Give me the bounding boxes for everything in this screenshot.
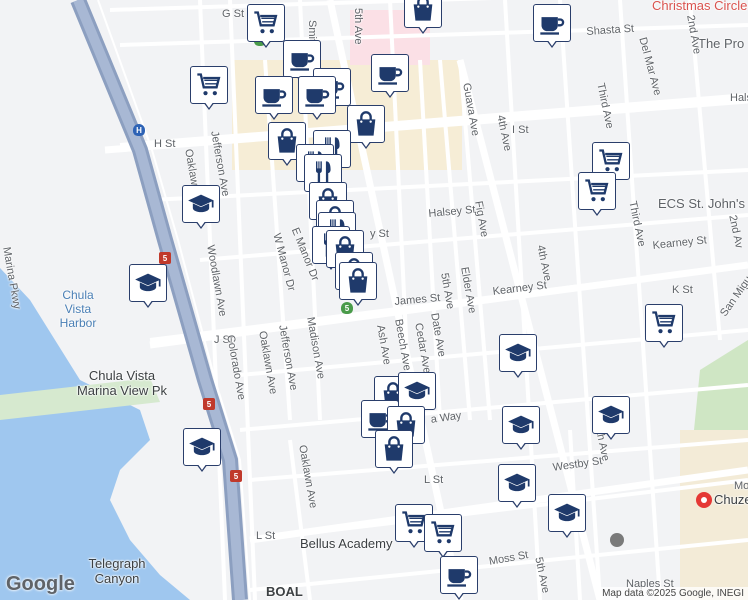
map-marker[interactable]: [255, 76, 295, 120]
map-marker[interactable]: [347, 105, 387, 149]
graduation-cap-icon: [504, 473, 530, 492]
shopping-zone: [680, 430, 748, 600]
map-marker[interactable]: [533, 4, 573, 48]
coffee-icon: [447, 569, 472, 587]
map-marker[interactable]: [298, 76, 338, 120]
graduation-cap-icon: [188, 194, 214, 213]
route-shield-i5c: 5: [230, 470, 242, 482]
cart-icon: [652, 311, 676, 334]
shopping-bag-icon: [348, 268, 368, 293]
cart-icon: [599, 149, 623, 172]
map-marker[interactable]: [424, 514, 464, 558]
shopping-bag-icon: [413, 0, 433, 21]
graduation-cap-icon: [135, 273, 161, 292]
graduation-cap-icon: [508, 415, 534, 434]
map-marker[interactable]: [498, 464, 538, 508]
school-pin: [610, 533, 624, 547]
cart-icon: [431, 521, 455, 544]
map-marker[interactable]: [592, 396, 632, 440]
map-marker[interactable]: [404, 0, 444, 34]
map-marker[interactable]: [339, 262, 379, 306]
map-marker[interactable]: [499, 334, 539, 378]
map-marker[interactable]: [183, 428, 223, 472]
map-attribution: Map data ©2025 Google, INEGI: [598, 587, 748, 600]
cart-icon: [585, 179, 609, 202]
map-marker[interactable]: [375, 430, 415, 474]
shopping-bag-icon: [356, 111, 376, 136]
map-marker[interactable]: [440, 556, 480, 600]
map-marker[interactable]: [548, 494, 588, 538]
route-shield-i5b: 5: [203, 398, 215, 410]
coffee-icon: [305, 89, 330, 107]
map-marker[interactable]: [502, 406, 542, 450]
bay-water: [0, 268, 190, 600]
map-canvas[interactable]: Christmas Circle The Pro ECS St. John's …: [0, 0, 748, 600]
cart-icon: [254, 11, 278, 34]
route-shield-i5: 5: [159, 252, 171, 264]
route-shield-h: H: [133, 124, 145, 136]
graduation-cap-icon: [598, 405, 624, 424]
map-marker[interactable]: [182, 185, 222, 229]
coffee-icon: [540, 17, 565, 35]
map-marker[interactable]: [247, 4, 287, 48]
google-logo: Google: [6, 573, 75, 595]
graduation-cap-icon: [404, 381, 430, 400]
map-marker[interactable]: [371, 54, 411, 98]
graduation-cap-icon: [554, 503, 580, 522]
cart-icon: [197, 73, 221, 96]
coffee-icon: [290, 53, 315, 71]
map-marker[interactable]: [190, 66, 230, 110]
map-marker[interactable]: [645, 304, 685, 348]
shopping-bag-icon: [384, 436, 404, 461]
map-marker[interactable]: [129, 264, 169, 308]
coffee-icon: [262, 89, 287, 107]
graduation-cap-icon: [189, 437, 215, 456]
map-marker[interactable]: [578, 172, 618, 216]
coffee-icon: [378, 67, 403, 85]
graduation-cap-icon: [505, 343, 531, 362]
